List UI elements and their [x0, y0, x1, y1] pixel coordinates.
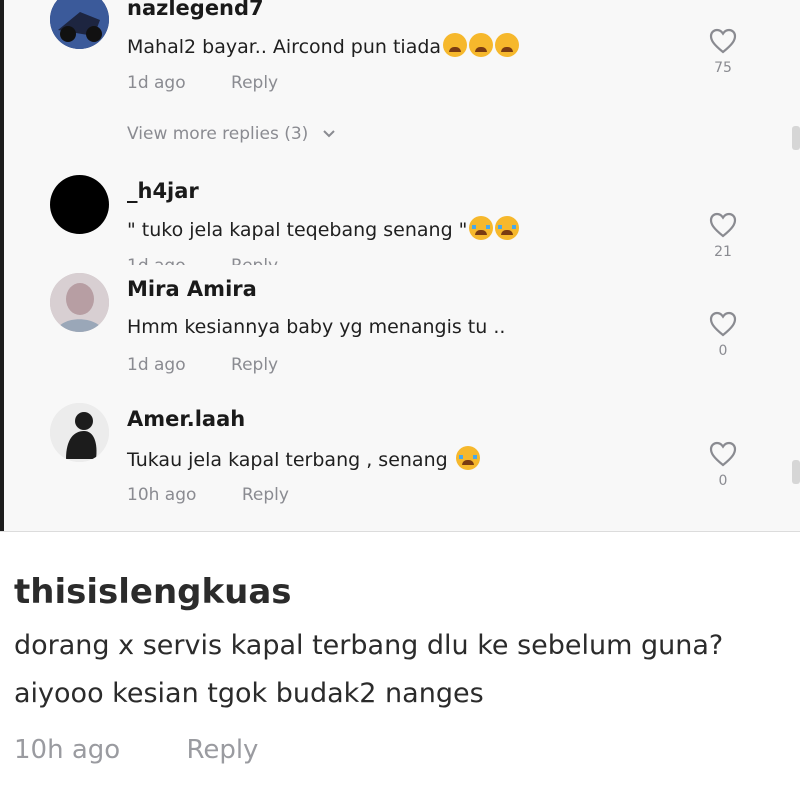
- avatar[interactable]: [50, 175, 109, 234]
- comment-username[interactable]: nazlegend7: [127, 0, 264, 20]
- motorbike-avatar-icon: [50, 0, 109, 49]
- comment-time: 1d ago: [127, 73, 186, 93]
- like-button[interactable]: 0: [704, 311, 742, 359]
- scroll-indicator[interactable]: [792, 126, 800, 150]
- laughing-tears-icon: [455, 446, 480, 470]
- like-button[interactable]: 21: [704, 212, 742, 260]
- comment-text-line: aiyooo kesian tgok budak2 nanges: [14, 678, 484, 709]
- comment-username[interactable]: thisislengkuas: [14, 572, 292, 612]
- heart-icon: [709, 28, 737, 54]
- comment-text-line: dorang x servis kapal terbang dlu ke seb…: [14, 630, 724, 661]
- comment-meta: 10h ago Reply: [127, 485, 289, 505]
- like-count: 21: [714, 244, 732, 260]
- comment-time: 10h ago: [127, 485, 197, 505]
- reply-button[interactable]: Reply: [186, 735, 258, 765]
- reply-button[interactable]: Reply: [231, 355, 278, 375]
- avatar[interactable]: [50, 0, 109, 49]
- reply-button[interactable]: Reply: [231, 256, 278, 265]
- angry-face-icon: [443, 33, 468, 57]
- comment-meta: 1d ago Reply: [127, 256, 278, 265]
- like-button[interactable]: 0: [704, 441, 742, 489]
- comment-text: " tuko jela kapal teqebang senang ": [127, 216, 520, 241]
- comment-time: 1d ago: [127, 355, 186, 375]
- comment-username[interactable]: _h4jar: [127, 179, 199, 203]
- heart-icon: [709, 311, 737, 337]
- reply-button[interactable]: Reply: [231, 73, 278, 93]
- comment-time: 1d ago: [127, 256, 186, 265]
- view-more-replies-button[interactable]: View more replies (3): [127, 124, 336, 144]
- left-edge-border: [0, 0, 4, 532]
- scroll-indicator[interactable]: [792, 460, 800, 484]
- avatar[interactable]: [50, 403, 109, 462]
- comment-meta: 1d ago Reply: [127, 73, 278, 93]
- comment-username[interactable]: Mira Amira: [127, 277, 257, 301]
- comments-panel: nazlegend7 Mahal2 bayar.. Aircond pun ti…: [0, 0, 800, 532]
- angry-face-icon: [495, 33, 520, 57]
- heart-icon: [709, 441, 737, 467]
- crying-face-icon: [495, 216, 520, 240]
- comment-text: Tukau jela kapal terbang , senang: [127, 446, 480, 471]
- silhouette-avatar-icon: [50, 403, 109, 462]
- comment-username[interactable]: Amer.laah: [127, 407, 245, 431]
- angry-face-icon: [469, 33, 494, 57]
- comment-meta: 10h ago Reply: [14, 735, 258, 765]
- like-button[interactable]: 75: [704, 28, 742, 76]
- crying-face-icon: [469, 216, 494, 240]
- like-count: 75: [714, 60, 732, 76]
- comment-text: Mahal2 bayar.. Aircond pun tiada: [127, 33, 520, 58]
- chevron-down-icon: [323, 130, 335, 138]
- profile-photo-icon: [50, 273, 109, 332]
- comment-meta: 1d ago Reply: [127, 355, 278, 375]
- comment-text: Hmm kesiannya baby yg menangis tu ..: [127, 316, 506, 338]
- heart-icon: [709, 212, 737, 238]
- like-count: 0: [718, 343, 728, 359]
- reply-button[interactable]: Reply: [242, 485, 289, 505]
- avatar[interactable]: [50, 273, 109, 332]
- featured-comment: thisislengkuas dorang x servis kapal ter…: [0, 532, 800, 800]
- comment-time: 10h ago: [14, 735, 121, 765]
- like-count: 0: [718, 473, 728, 489]
